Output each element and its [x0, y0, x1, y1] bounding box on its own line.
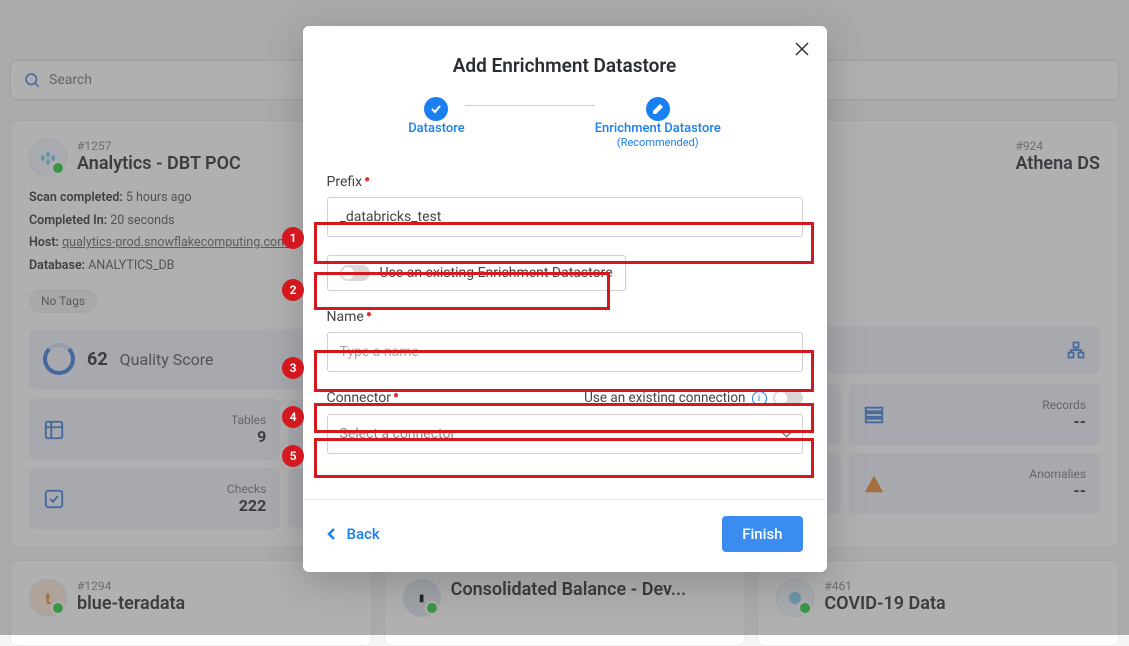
stepper: Datastore _ Enrichment Datastore (Recomm… — [303, 97, 827, 174]
close-button[interactable] — [795, 40, 809, 61]
back-button[interactable]: Back — [327, 525, 380, 543]
step-label: Enrichment Datastore — [595, 121, 721, 136]
toggle-label: Use an existing Enrichment Datastore — [380, 265, 613, 281]
step-sublabel: (Recommended) — [617, 136, 699, 149]
check-icon — [430, 103, 442, 115]
chevron-down-icon — [781, 427, 791, 437]
name-label: Name● — [327, 309, 803, 325]
use-existing-connection-toggle[interactable] — [773, 390, 803, 406]
close-icon — [795, 42, 809, 56]
step-datastore-icon[interactable] — [424, 97, 448, 121]
pencil-icon — [652, 103, 664, 115]
connector-label: Connector● — [327, 390, 400, 406]
name-input[interactable] — [327, 332, 803, 372]
use-existing-connection-label: Use an existing connection — [584, 390, 745, 406]
toggle-switch[interactable] — [340, 265, 370, 281]
step-enrichment-icon[interactable] — [646, 97, 670, 121]
add-enrichment-datastore-modal: Add Enrichment Datastore Datastore _ Enr… — [303, 26, 827, 572]
modal-title: Add Enrichment Datastore — [303, 26, 827, 97]
use-existing-enrichment-toggle-row[interactable]: Use an existing Enrichment Datastore — [327, 255, 626, 291]
chevron-left-icon — [327, 527, 337, 541]
connector-select[interactable]: Select a connector — [327, 414, 803, 454]
info-icon[interactable]: i — [752, 391, 767, 406]
prefix-input[interactable] — [327, 197, 803, 237]
step-label: Datastore — [408, 121, 465, 136]
finish-button[interactable]: Finish — [722, 516, 802, 552]
select-placeholder: Select a connector — [340, 426, 456, 442]
prefix-label: Prefix● — [327, 174, 803, 190]
